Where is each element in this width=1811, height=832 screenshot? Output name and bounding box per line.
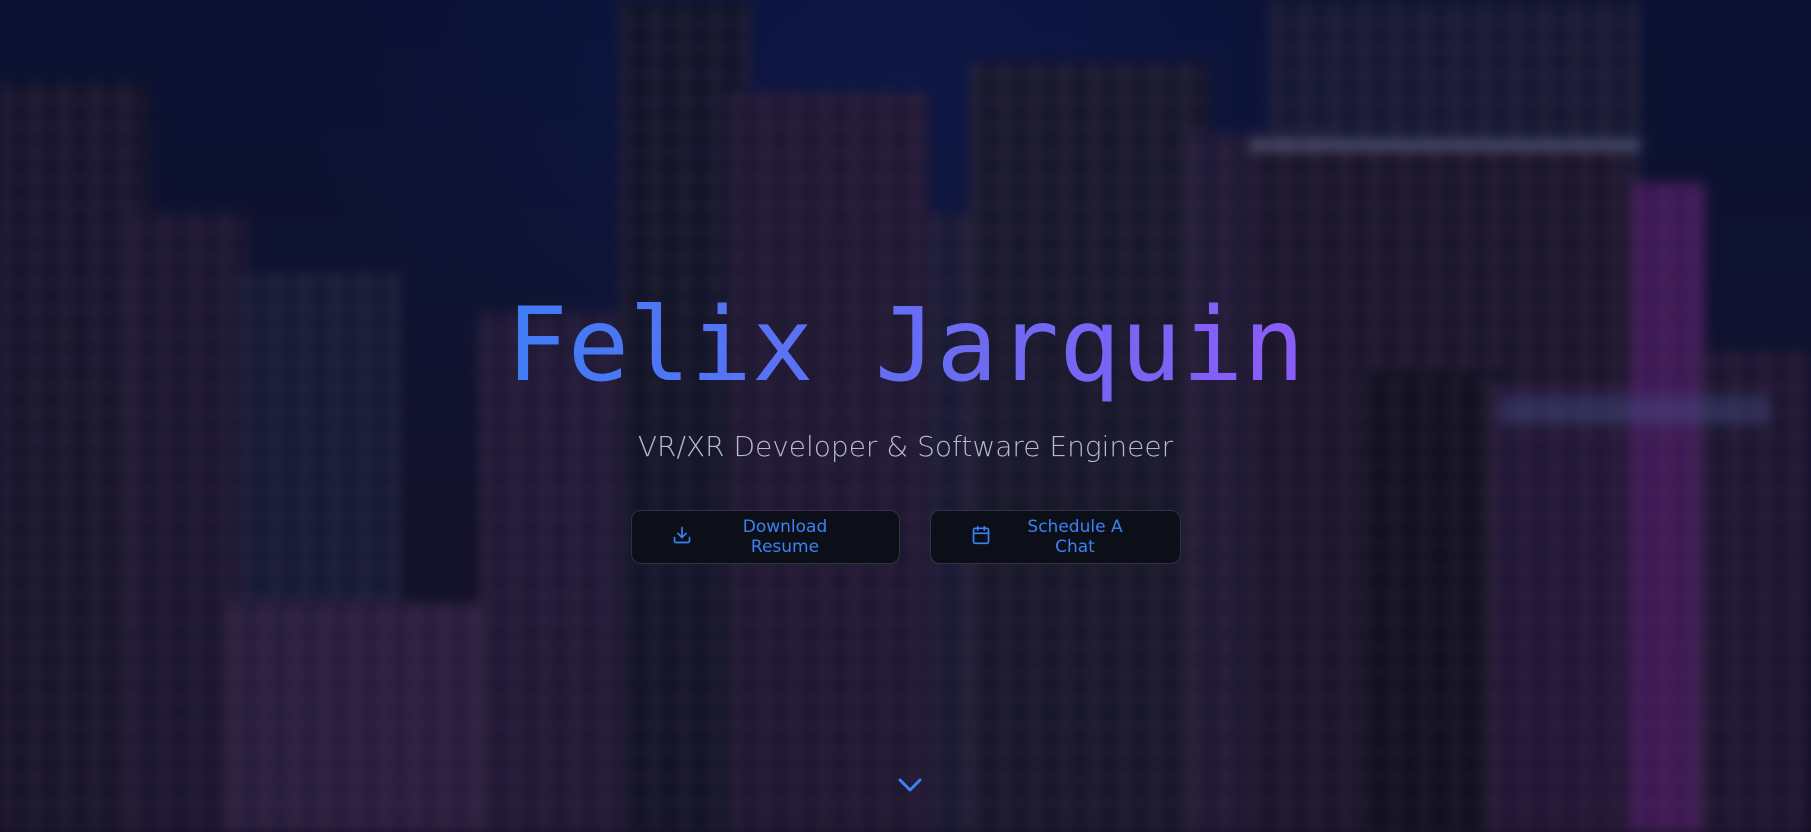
chevron-down-icon	[894, 778, 926, 800]
hero-name-heading: Felix Jarquin	[0, 289, 1811, 402]
schedule-chat-label: Schedule A Chat	[1027, 517, 1123, 557]
calendar-icon	[971, 525, 991, 550]
scroll-down-button[interactable]	[894, 772, 926, 796]
download-resume-button[interactable]: Download Resume	[630, 510, 900, 564]
hero-content: Felix Jarquin VR/XR Developer & Software…	[0, 0, 1811, 832]
hero-actions: Download Resume Schedule A Chat	[0, 510, 1811, 564]
schedule-chat-button[interactable]: Schedule A Chat	[929, 510, 1181, 564]
hero-tagline: VR/XR Developer & Software Engineer	[637, 430, 1174, 463]
download-icon	[672, 525, 692, 550]
hero-name-text: Felix Jarquin	[506, 286, 1305, 405]
hero-section: Felix Jarquin VR/XR Developer & Software…	[0, 0, 1811, 832]
download-resume-label: Download Resume	[742, 517, 828, 557]
